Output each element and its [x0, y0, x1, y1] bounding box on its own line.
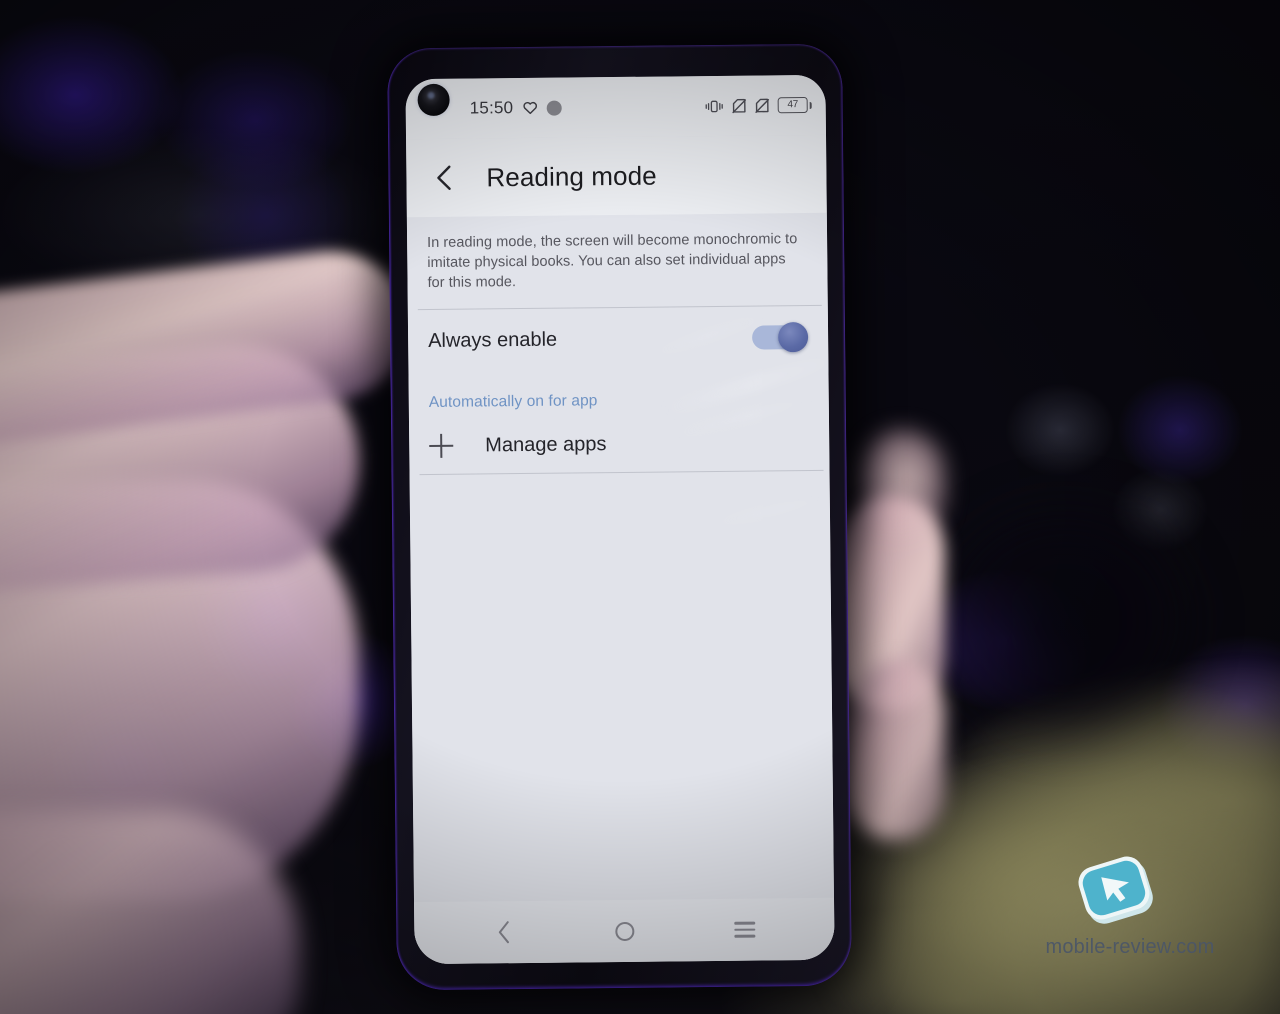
- no-sim-icon: [732, 98, 747, 113]
- nav-recents-icon[interactable]: [717, 907, 771, 952]
- manage-apps-label: Manage apps: [485, 432, 607, 456]
- status-bar: 15:50 47: [405, 74, 827, 140]
- section-header-automatically-on-for-app: Automatically on for app: [428, 392, 598, 411]
- front-camera-punch-hole: [417, 83, 450, 117]
- right-hand-finger-low: [845, 660, 945, 840]
- vibrate-icon: [705, 98, 724, 113]
- status-bar-right: 47: [705, 97, 812, 114]
- battery-percent-label: 47: [787, 99, 799, 111]
- android-navigation-bar: [414, 897, 835, 965]
- nav-back-icon[interactable]: [477, 910, 531, 955]
- battery-tip: [809, 101, 812, 109]
- cursor-arrow-logo: [1072, 852, 1164, 930]
- reading-mode-description: In reading mode, the screen will become …: [427, 231, 798, 291]
- home-circle: [614, 921, 634, 941]
- toggle-knob: [777, 322, 809, 353]
- battery-indicator: 47: [777, 97, 812, 114]
- watermark: mobile-review.com: [1030, 852, 1230, 964]
- settings-content: In reading mode, the screen will become …: [406, 212, 835, 965]
- recents-lines: [733, 921, 755, 938]
- back-chevron-icon[interactable]: [424, 158, 464, 198]
- phone-screen: 15:50 47 Reading mode In reading mode, t…: [405, 74, 835, 965]
- no-sim-icon: [755, 98, 770, 113]
- nav-home-icon[interactable]: [597, 909, 651, 954]
- always-enable-label: Always enable: [428, 328, 558, 352]
- always-enable-toggle[interactable]: [752, 322, 809, 353]
- status-bar-left: 15:50: [470, 98, 562, 119]
- background-dark-object: [900, 470, 1230, 770]
- smartphone-device: 15:50 47 Reading mode In reading mode, t…: [387, 43, 852, 991]
- page-title: Reading mode: [486, 160, 657, 192]
- app-bar: Reading mode: [406, 134, 827, 218]
- heart-outline-icon: [522, 101, 537, 115]
- manage-apps-row[interactable]: Manage apps: [409, 414, 830, 474]
- battery-body: 47: [777, 97, 808, 114]
- always-enable-row[interactable]: Always enable: [408, 306, 829, 372]
- watermark-text: mobile-review.com: [1045, 936, 1215, 958]
- status-bar-clock: 15:50: [469, 98, 514, 118]
- plus-icon: [429, 434, 453, 458]
- circle-indicator-icon: [546, 100, 562, 116]
